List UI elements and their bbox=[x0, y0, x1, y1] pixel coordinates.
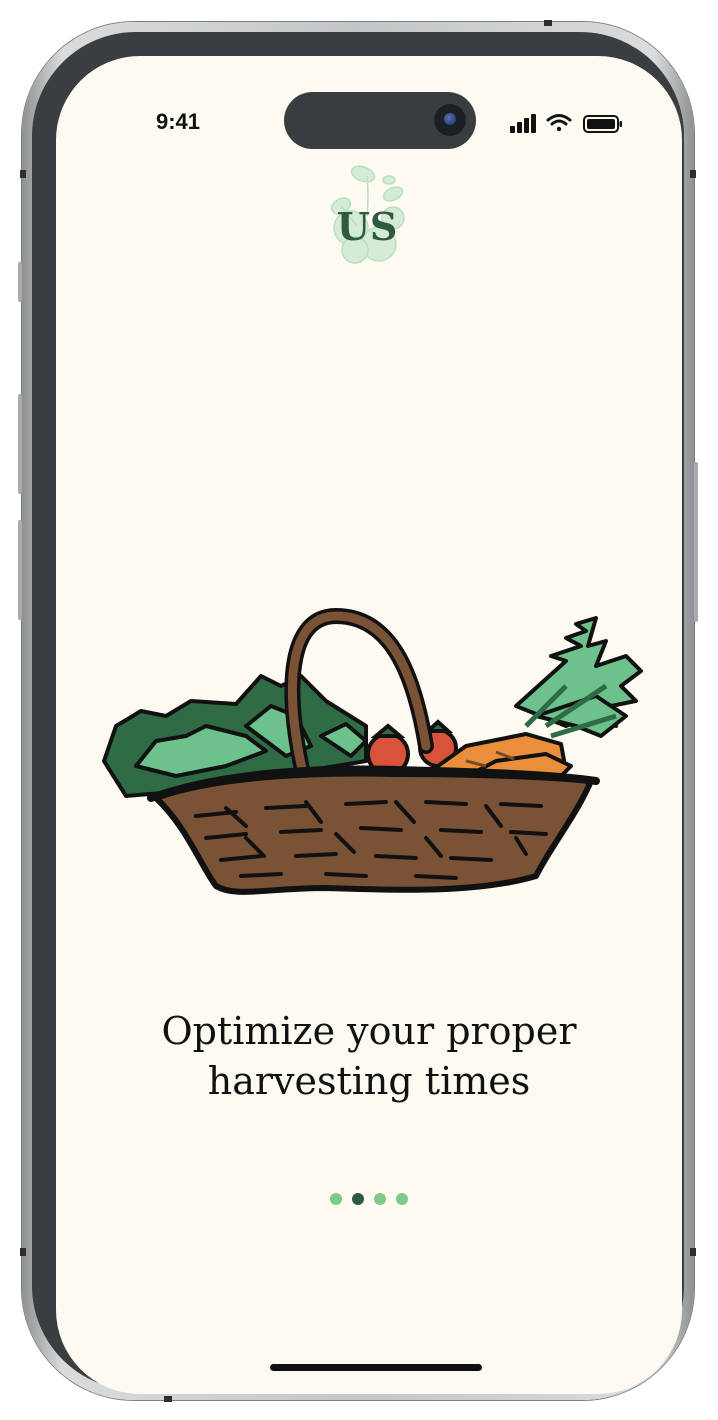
page-indicator[interactable] bbox=[56, 1193, 682, 1207]
page-dot-2-active[interactable] bbox=[352, 1193, 364, 1205]
status-icons bbox=[506, 111, 626, 135]
antenna-band bbox=[690, 1248, 696, 1256]
onboarding-headline: Optimize your proper harvesting times bbox=[76, 1006, 662, 1106]
antenna-band bbox=[20, 1248, 26, 1256]
front-camera-icon bbox=[434, 104, 466, 136]
page-dot-3[interactable] bbox=[374, 1193, 386, 1205]
brand-logo: US bbox=[311, 156, 423, 268]
cellular-signal-icon bbox=[510, 114, 536, 133]
antenna-band bbox=[690, 170, 696, 178]
volume-up-button bbox=[18, 394, 22, 494]
antenna-band bbox=[164, 1396, 172, 1402]
status-bar: 9:41 bbox=[56, 56, 682, 156]
status-time: 9:41 bbox=[156, 109, 201, 134]
page-dot-1[interactable] bbox=[330, 1193, 342, 1205]
headline-line-1: Optimize your proper bbox=[161, 1009, 577, 1053]
headline-line-2: harvesting times bbox=[207, 1059, 531, 1103]
page-dot-4[interactable] bbox=[396, 1193, 408, 1205]
phone-device: 9:41 US Optimize your proper harvesting … bbox=[18, 20, 698, 1402]
volume-down-button bbox=[18, 520, 22, 620]
antenna-band bbox=[544, 20, 552, 26]
battery-icon bbox=[583, 115, 622, 133]
vegetable-basket-illustration bbox=[96, 576, 656, 896]
antenna-band bbox=[20, 170, 26, 178]
home-indicator[interactable] bbox=[270, 1364, 482, 1371]
power-button bbox=[694, 462, 698, 622]
action-button bbox=[18, 262, 22, 302]
carrot-leaves-icon bbox=[514, 616, 643, 739]
dynamic-island bbox=[284, 92, 476, 149]
logo-monogram: US bbox=[337, 204, 398, 249]
onboarding-screen: 9:41 US Optimize your proper harvesting … bbox=[56, 56, 682, 1394]
wifi-icon bbox=[546, 114, 572, 132]
